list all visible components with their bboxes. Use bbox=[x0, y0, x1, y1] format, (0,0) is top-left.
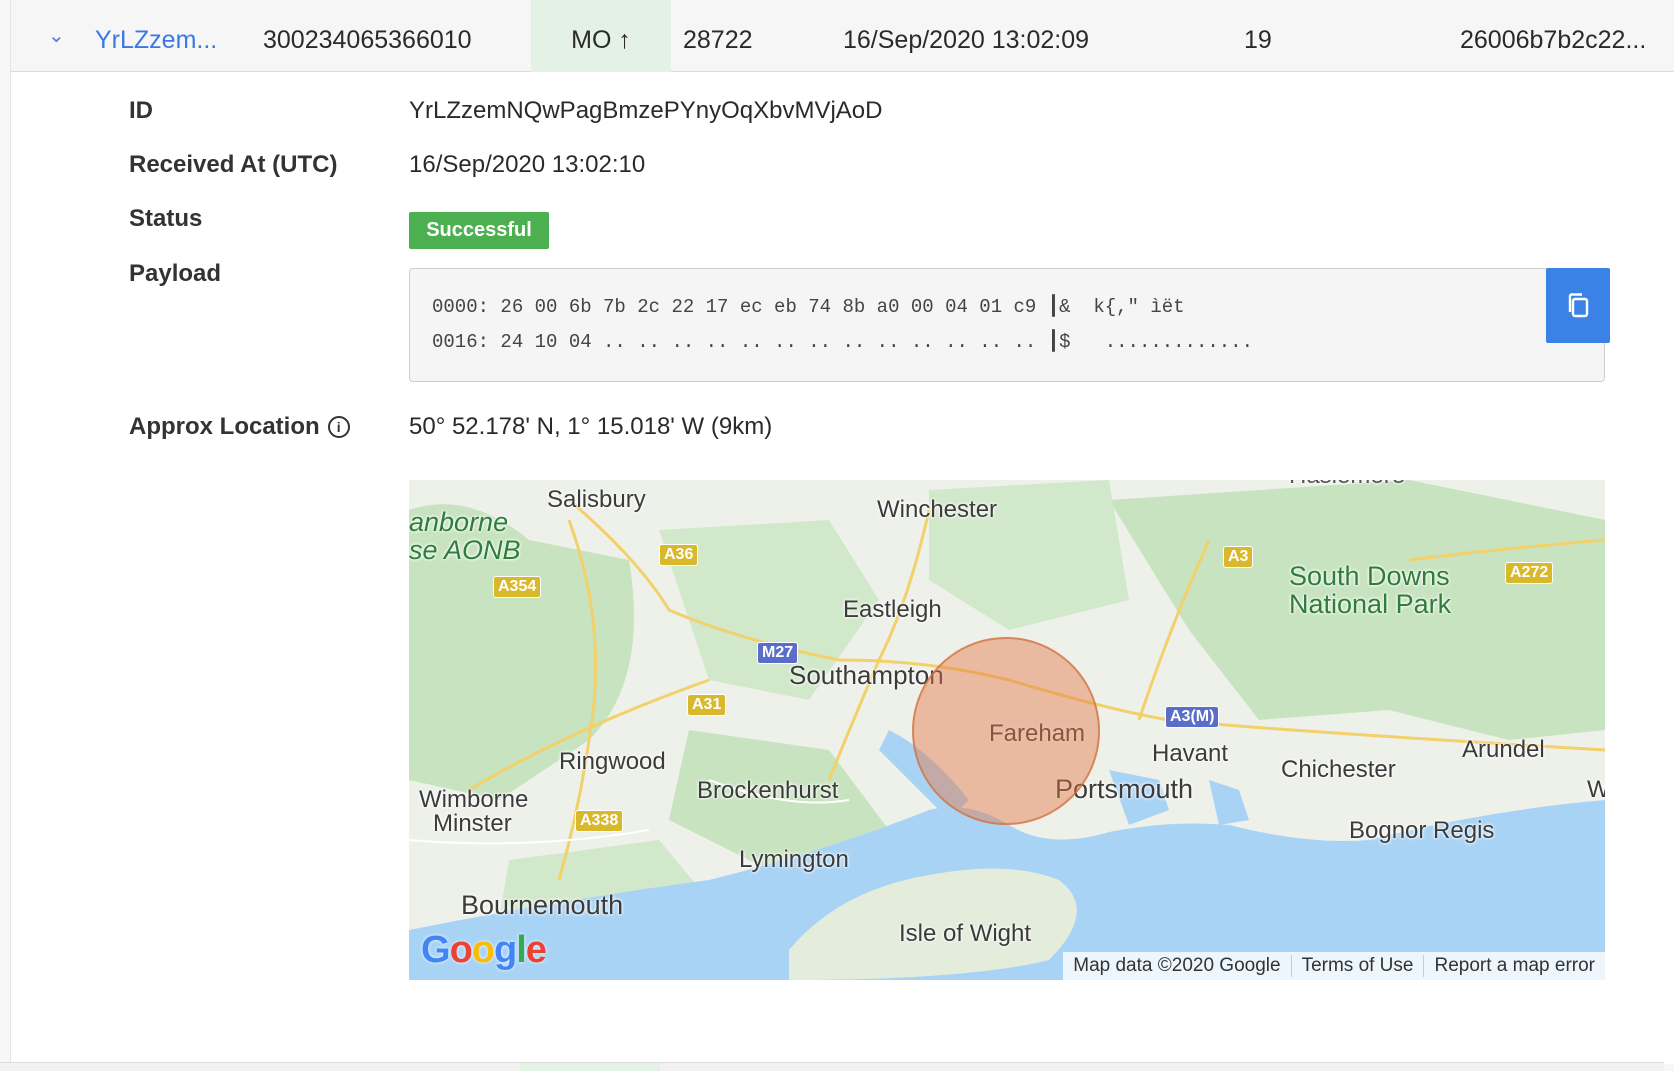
map-place: South Downs bbox=[1289, 561, 1450, 591]
road-label: A36 bbox=[659, 544, 699, 566]
map-place: Chichester bbox=[1281, 756, 1396, 783]
map-place: Bognor Regis bbox=[1349, 817, 1495, 844]
map-place: Winchester bbox=[877, 496, 998, 523]
map-place: Haslemere bbox=[1289, 480, 1405, 490]
map-place: Lymington bbox=[739, 846, 849, 873]
date-cell: 16/Sep/2020 13:02:09 bbox=[843, 26, 1090, 54]
map-place: Isle of Wight bbox=[899, 920, 1032, 947]
received-value: 16/Sep/2020 13:02:10 bbox=[409, 151, 646, 178]
location-map[interactable]: Salisbury anborne se AONB Winchester Has… bbox=[409, 480, 1605, 980]
map-place: W bbox=[1587, 776, 1605, 803]
road-label: A272 bbox=[1505, 562, 1554, 584]
copy-icon bbox=[1568, 292, 1589, 317]
payload-hash-cell: 26006b7b2c22... bbox=[1460, 26, 1647, 54]
map-place: Havant bbox=[1152, 740, 1229, 767]
table-row[interactable]: ⌄ YrLZzem... 300234065366010 MO ↑ 28722 … bbox=[11, 0, 1674, 72]
payload-line: 0016: 24 10 04 .. .. .. .. .. .. .. .. .… bbox=[432, 331, 1253, 353]
message-id-link[interactable]: YrLZzem... bbox=[95, 0, 217, 72]
map-place: anborne bbox=[409, 507, 509, 537]
status-label: Status bbox=[129, 205, 203, 232]
location-value: 50° 52.178' N, 1° 15.018' W (9km) bbox=[409, 413, 773, 440]
received-label: Received At (UTC) bbox=[129, 151, 338, 178]
status-badge: Successful bbox=[409, 212, 549, 249]
chevron-down-icon[interactable]: ⌄ bbox=[48, 26, 68, 46]
location-accuracy-circle bbox=[912, 637, 1100, 825]
road-label: A3 bbox=[1223, 546, 1254, 568]
map-place: Arundel bbox=[1462, 736, 1545, 763]
id-label: ID bbox=[129, 97, 153, 124]
imei-cell: 300234065366010 bbox=[263, 26, 472, 54]
map-place: Minster bbox=[433, 810, 512, 837]
map-place: Brockenhurst bbox=[697, 777, 839, 804]
payload-hex-box: 0000: 26 00 6b 7b 2c 22 17 ec eb 74 8b a… bbox=[409, 268, 1605, 382]
map-place: National Park bbox=[1289, 589, 1452, 619]
info-icon[interactable]: i bbox=[327, 416, 350, 438]
road-label: A338 bbox=[575, 810, 624, 832]
id-value: YrLZzemNQwPagBmzePYnyOqXbvMVjAoD bbox=[409, 97, 883, 124]
momsn-cell: 28722 bbox=[683, 26, 753, 54]
direction-cell: MO ↑ bbox=[531, 0, 671, 72]
map-place: Southampton bbox=[789, 660, 944, 690]
message-panel: ⌄ YrLZzem... 300234065366010 MO ↑ 28722 … bbox=[10, 0, 1674, 1064]
report-error-link[interactable]: Report a map error bbox=[1423, 955, 1605, 977]
map-data-text: Map data ©2020 Google bbox=[1073, 955, 1281, 976]
copy-button[interactable] bbox=[1546, 268, 1610, 343]
map-place: Ringwood bbox=[559, 748, 666, 775]
road-label: A354 bbox=[493, 576, 542, 598]
terms-link[interactable]: Terms of Use bbox=[1290, 955, 1424, 977]
length-cell: 19 bbox=[1244, 26, 1272, 54]
map-attribution: Map data ©2020 Google Terms of Use Repor… bbox=[1063, 952, 1605, 980]
location-label: Approx Location i bbox=[129, 413, 350, 441]
map-place: Salisbury bbox=[547, 486, 646, 513]
map-place: Bournemouth bbox=[461, 890, 624, 920]
payload-line: 0000: 26 00 6b 7b 2c 22 17 ec eb 74 8b a… bbox=[432, 296, 1185, 318]
map-place: se AONB bbox=[409, 535, 521, 565]
road-label: M27 bbox=[757, 642, 799, 664]
payload-label: Payload bbox=[129, 260, 222, 287]
google-logo: Google bbox=[421, 929, 547, 971]
location-label-text: Approx Location bbox=[129, 413, 320, 440]
road-label: A3(M) bbox=[1165, 706, 1220, 728]
map-place: Eastleigh bbox=[843, 596, 942, 623]
road-label: A31 bbox=[687, 694, 727, 716]
